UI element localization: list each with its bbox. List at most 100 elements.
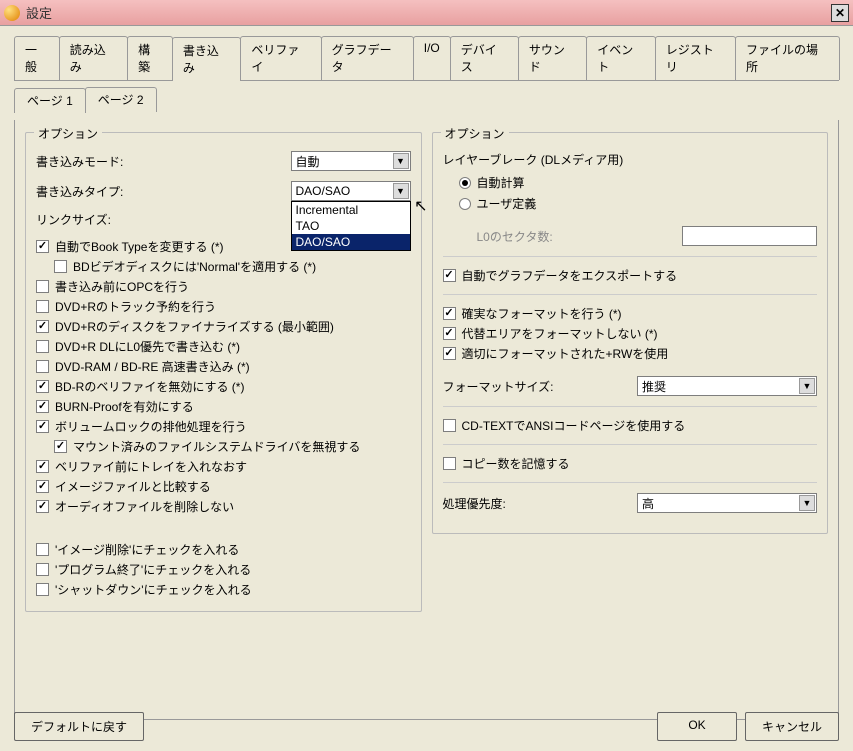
l0-sector-label: L0のセクタ数: [477,228,683,245]
priority-label: 処理優先度: [443,495,638,512]
checkbox-dvdr-finalize-label: DVD+Rのディスクをファイナライズする (最小範囲) [55,318,334,335]
checkbox-l0-label: DVD+R DLにL0優先で書き込む (*) [55,338,240,355]
checkbox-shutdown[interactable] [36,583,49,596]
checkbox-remembercopies-label: コピー数を記憶する [462,455,570,472]
checkbox-bdr-verify[interactable] [36,380,49,393]
dropdown-arrow-icon: ▼ [799,495,815,511]
left-column: オプション 書き込みモード: 自動 ▼ 書き込みタイプ: DAO/SAO ▼ I… [25,132,422,707]
checkbox-dvdr-finalize[interactable] [36,320,49,333]
checkbox-opc-label: 書き込み前にOPCを行う [55,278,189,295]
format-size-value: 推奨 [642,378,666,395]
checkbox-remembercopies[interactable] [443,457,456,470]
right-options-group: オプション レイヤーブレーク (DLメディア用) 自動計算 ユーザ定義 L0のセ… [432,132,829,534]
left-options-group: オプション 書き込みモード: 自動 ▼ 書き込みタイプ: DAO/SAO ▼ I… [25,132,422,612]
tab-filelocations[interactable]: ファイルの場所 [735,36,840,80]
titlebar: 設定 ✕ [0,0,853,26]
radio-user[interactable] [459,198,471,210]
defaults-button[interactable]: デフォルトに戻す [14,712,144,741]
checkbox-booktype[interactable] [36,240,49,253]
checkbox-burnproof-label: BURN-Proofを有効にする [55,398,194,415]
write-type-option-incremental[interactable]: Incremental [292,202,410,218]
checkbox-tray-label: ベリファイ前にトレイを入れなおす [55,458,247,475]
checkbox-userw[interactable] [443,347,456,360]
checkbox-delimage[interactable] [36,543,49,556]
checkbox-closeprog[interactable] [36,563,49,576]
write-mode-label: 書き込みモード: [36,153,291,170]
checkbox-shutdown-label: 'シャットダウン'にチェックを入れる [55,581,252,598]
radio-user-label: ユーザ定義 [477,195,537,212]
dropdown-arrow-icon: ▼ [393,183,409,199]
checkbox-userw-label: 適切にフォーマットされた+RWを使用 [462,345,669,362]
checkbox-delimage-label: 'イメージ削除'にチェックを入れる [55,541,239,558]
checkbox-compare-label: イメージファイルと比較する [55,478,211,495]
checkbox-l0[interactable] [36,340,49,353]
write-type-label: 書き込みタイプ: [36,183,291,200]
ok-button[interactable]: OK [657,712,737,741]
checkbox-properformat[interactable] [443,307,456,320]
checkbox-keepaudio[interactable] [36,500,49,513]
checkbox-opc[interactable] [36,280,49,293]
write-type-option-daosao[interactable]: DAO/SAO [292,234,410,250]
right-group-title: オプション [441,125,509,142]
tab-registry[interactable]: レジストリ [655,36,736,80]
format-size-label: フォーマットサイズ: [443,378,638,395]
checkbox-ignoremount[interactable] [54,440,67,453]
checkbox-bdr-verify-label: BD-Rのベリファイを無効にする (*) [55,378,244,395]
cancel-button[interactable]: キャンセル [745,712,839,741]
checkbox-closeprog-label: 'プログラム終了'にチェックを入れる [55,561,251,578]
checkbox-booktype-label: 自動でBook Typeを変更する (*) [55,238,223,255]
checkbox-dvdr-reserve[interactable] [36,300,49,313]
tab-device[interactable]: デバイス [450,36,519,80]
tab-io[interactable]: I/O [413,36,451,80]
checkbox-burnproof[interactable] [36,400,49,413]
window-title: 設定 [26,3,831,22]
write-type-select[interactable]: DAO/SAO ▼ Incremental TAO DAO/SAO ↖ [291,181,411,201]
left-group-title: オプション [34,125,102,142]
priority-value: 高 [642,495,654,512]
tab-build[interactable]: 構築 [127,36,173,80]
sub-tabs: ページ 1 ページ 2 [14,87,839,112]
checkbox-compare[interactable] [36,480,49,493]
write-type-option-tao[interactable]: TAO [292,218,410,234]
format-size-select[interactable]: 推奨 ▼ [637,376,817,396]
tab-general[interactable]: 一般 [14,36,60,80]
close-button[interactable]: ✕ [831,4,849,22]
app-icon [4,5,20,21]
layer-break-label: レイヤーブレーク (DLメディア用) [443,151,818,168]
tab-write[interactable]: 書き込み [172,37,241,81]
radio-auto[interactable] [459,177,471,189]
checkbox-nospare[interactable] [443,327,456,340]
checkbox-exportgraph-label: 自動でグラフデータをエクスポートする [462,267,678,284]
checkbox-exportgraph[interactable] [443,269,456,282]
right-column: オプション レイヤーブレーク (DLメディア用) 自動計算 ユーザ定義 L0のセ… [432,132,829,707]
checkbox-bdnormal[interactable] [54,260,67,273]
subtab-page1[interactable]: ページ 1 [14,88,86,113]
checkbox-tray[interactable] [36,460,49,473]
checkbox-nospare-label: 代替エリアをフォーマットしない (*) [462,325,658,342]
subtab-page2[interactable]: ページ 2 [85,87,157,112]
tab-sound[interactable]: サウンド [518,36,587,80]
write-type-value: DAO/SAO [296,184,351,198]
tab-read[interactable]: 読み込み [59,36,128,80]
tab-events[interactable]: イベント [586,36,655,80]
checkbox-cdtext[interactable] [443,419,456,432]
checkbox-fastwrite[interactable] [36,360,49,373]
write-mode-value: 自動 [296,153,320,170]
tab-graph[interactable]: グラフデータ [321,36,414,80]
checkbox-cdtext-label: CD-TEXTでANSIコードページを使用する [462,417,686,434]
l0-sector-input[interactable] [682,226,817,246]
checkbox-volumelock-label: ボリュームロックの排他処理を行う [55,418,247,435]
priority-select[interactable]: 高 ▼ [637,493,817,513]
write-mode-select[interactable]: 自動 ▼ [291,151,411,171]
write-type-dropdown: Incremental TAO DAO/SAO [291,201,411,251]
dropdown-arrow-icon: ▼ [393,153,409,169]
tab-verify[interactable]: ベリファイ [240,36,321,80]
checkbox-fastwrite-label: DVD-RAM / BD-RE 高速書き込み (*) [55,358,250,375]
checkbox-keepaudio-label: オーディオファイルを削除しない [55,498,234,515]
dropdown-arrow-icon: ▼ [799,378,815,394]
radio-auto-label: 自動計算 [477,174,525,191]
main-tabs: 一般 読み込み 構築 書き込み ベリファイ グラフデータ I/O デバイス サウ… [14,36,839,81]
checkbox-bdnormal-label: BDビデオディスクには'Normal'を適用する (*) [73,258,316,275]
checkbox-properformat-label: 確実なフォーマットを行う (*) [462,305,622,322]
checkbox-volumelock[interactable] [36,420,49,433]
